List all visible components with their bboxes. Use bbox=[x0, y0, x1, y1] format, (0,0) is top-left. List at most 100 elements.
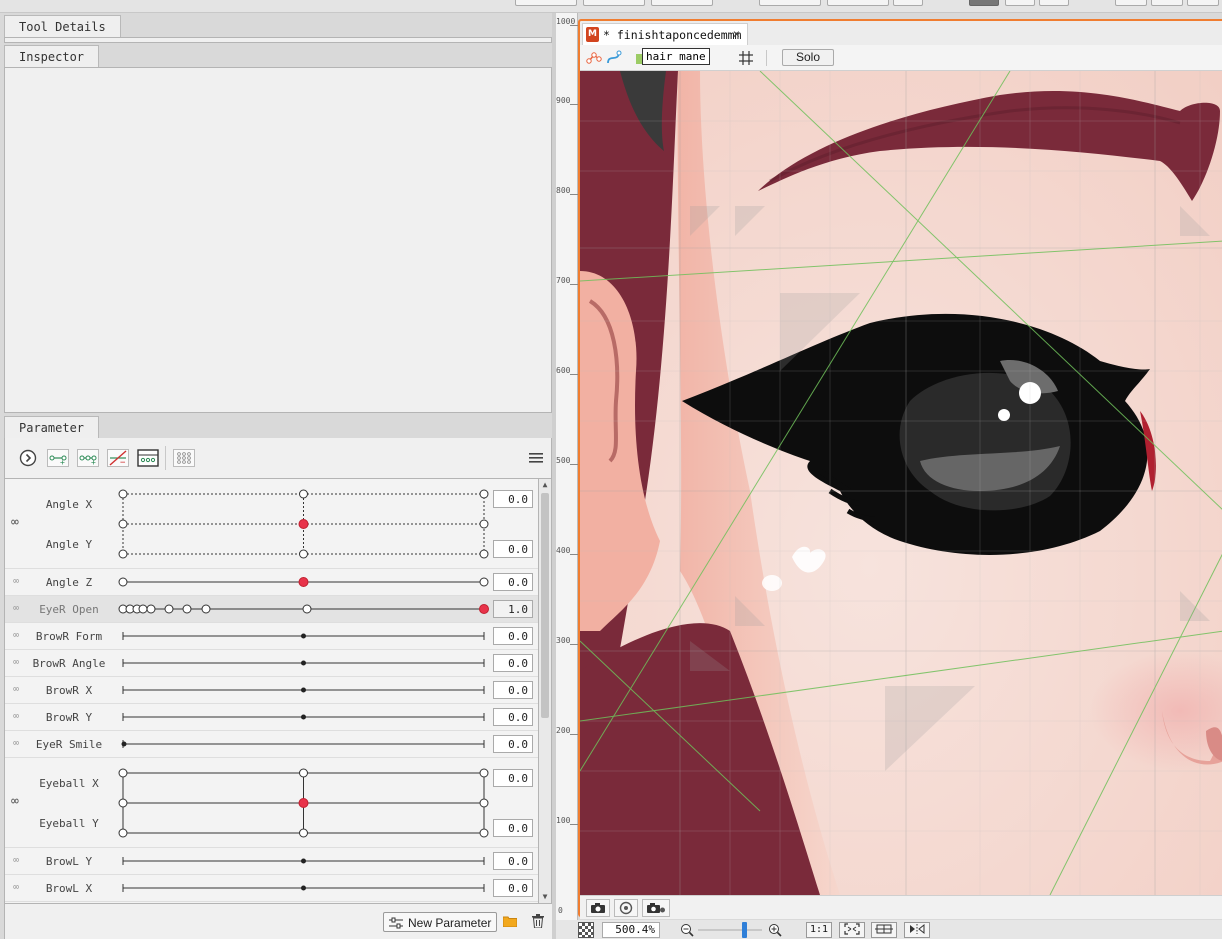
ruler-tick-label: 100 bbox=[556, 816, 571, 825]
fit-width-icon[interactable] bbox=[871, 922, 897, 938]
parameter-row-browr-x[interactable]: ∞ BrowR X 0.0 bbox=[5, 677, 538, 704]
parameter-row-eyeball-xy[interactable]: ∞ Eyeball X Eyeball Y 0.0 0.0 bbox=[5, 758, 538, 848]
top-toolbar-button[interactable] bbox=[1005, 0, 1035, 6]
parameter-footer: New Parameter bbox=[4, 904, 552, 939]
hamburger-menu-icon[interactable] bbox=[525, 448, 547, 468]
zoom-slider-thumb[interactable] bbox=[742, 922, 747, 938]
rotation-curve-icon[interactable] bbox=[606, 50, 622, 69]
parameter-row-browl-x[interactable]: ∞ BrowL X 0.0 bbox=[5, 875, 538, 902]
model-canvas[interactable] bbox=[580, 71, 1222, 895]
top-toolbar-button-active[interactable] bbox=[969, 0, 999, 6]
sliders-icon bbox=[389, 917, 403, 929]
parameter-value-input[interactable]: 0.0 bbox=[493, 540, 533, 558]
parameter-slider[interactable] bbox=[117, 853, 489, 869]
top-toolbar-button[interactable] bbox=[893, 0, 923, 6]
eyeball-xy-grid[interactable] bbox=[117, 766, 489, 838]
tab-inspector[interactable]: Inspector bbox=[4, 45, 100, 67]
folder-icon[interactable] bbox=[502, 915, 518, 930]
parameter-name: BrowL X bbox=[45, 882, 93, 895]
ruler-tick-label: 0 bbox=[558, 906, 563, 915]
link-icon[interactable]: ∞ bbox=[11, 515, 19, 530]
parameter-slider[interactable] bbox=[117, 880, 489, 896]
top-toolbar-button[interactable] bbox=[827, 0, 889, 6]
parameter-value-input[interactable]: 0.0 bbox=[493, 490, 533, 508]
camera-icon[interactable] bbox=[586, 899, 610, 917]
parameter-slider[interactable] bbox=[117, 682, 489, 698]
parameter-row-eyer-smile[interactable]: ∞ EyeR Smile 0.0 bbox=[5, 731, 538, 758]
new-parameter-button[interactable]: New Parameter bbox=[383, 912, 498, 932]
parameter-value-input[interactable]: 0.0 bbox=[493, 735, 533, 753]
parameter-value-input[interactable]: 0.0 bbox=[493, 627, 533, 645]
deformer-nodes-icon[interactable] bbox=[586, 50, 602, 69]
fit-view-icon[interactable] bbox=[839, 922, 865, 938]
close-icon[interactable]: × bbox=[733, 27, 740, 41]
key-grid-icon[interactable] bbox=[137, 448, 159, 468]
grid-icon[interactable] bbox=[738, 50, 754, 69]
parameter-slider[interactable] bbox=[117, 628, 489, 644]
link-icon[interactable]: ∞ bbox=[11, 794, 19, 809]
parameter-slider[interactable] bbox=[117, 709, 489, 725]
parameter-row-angle-xy[interactable]: ∞ Angle X Angle Y 0.0 0.0 bbox=[5, 479, 538, 569]
ruler-tick bbox=[570, 464, 578, 465]
zoom-slider-track[interactable] bbox=[698, 929, 762, 931]
play-circle-icon[interactable] bbox=[17, 448, 39, 468]
parameter-slider[interactable] bbox=[117, 736, 489, 752]
add-key-icon[interactable]: + bbox=[47, 448, 69, 468]
parameter-value-input[interactable]: 0.0 bbox=[493, 708, 533, 726]
add-three-keys-icon[interactable]: + bbox=[77, 448, 99, 468]
parameter-row-eyer-open[interactable]: ∞ EyeR Open 1.0 bbox=[5, 596, 538, 623]
scrollbar-thumb[interactable] bbox=[541, 493, 549, 718]
tab-parameter[interactable]: Parameter bbox=[4, 416, 100, 438]
flip-view-icon[interactable] bbox=[904, 922, 930, 938]
parameter-value-input[interactable]: 0.0 bbox=[493, 654, 533, 672]
top-toolbar-button[interactable] bbox=[1115, 0, 1147, 6]
document-tab[interactable]: M * finishtaponcedemmm × bbox=[582, 23, 748, 45]
parameter-name: BrowR Y bbox=[45, 711, 93, 724]
parameter-scrollbar[interactable]: ▲ ▼ bbox=[539, 478, 552, 904]
top-toolbar-button[interactable] bbox=[651, 0, 713, 6]
ruler-tick-label: 900 bbox=[556, 96, 571, 105]
actual-size-button[interactable]: 1:1 bbox=[806, 922, 832, 938]
parameter-value-input[interactable]: 0.0 bbox=[493, 769, 533, 787]
top-toolbar-button[interactable] bbox=[759, 0, 821, 6]
zoom-level-input[interactable]: 500.4% bbox=[602, 922, 660, 938]
zoom-out-icon[interactable] bbox=[680, 923, 694, 939]
parameter-name: Eyeball X bbox=[39, 777, 99, 790]
scroll-down-icon[interactable]: ▼ bbox=[540, 892, 550, 902]
top-toolbar-button[interactable] bbox=[1151, 0, 1183, 6]
parameter-value-input[interactable]: 0.0 bbox=[493, 879, 533, 897]
dot-matrix-icon[interactable] bbox=[173, 448, 195, 468]
parameter-row-browr-angle[interactable]: ∞ BrowR Angle 0.0 bbox=[5, 650, 538, 677]
camera-settings-icon[interactable] bbox=[642, 899, 670, 917]
parameter-row-angle-z[interactable]: ∞ Angle Z 0.0 bbox=[5, 569, 538, 596]
parameter-row-browl-y[interactable]: ∞ BrowL Y 0.0 bbox=[5, 848, 538, 875]
parameter-name: EyeR Smile bbox=[35, 738, 103, 751]
top-toolbar-button[interactable] bbox=[1039, 0, 1069, 6]
parameter-list: ∞ Angle X Angle Y 0.0 0.0 ∞ Angle Z 0.0 … bbox=[4, 478, 539, 904]
parameter-value-input[interactable]: 1.0 bbox=[493, 600, 533, 618]
parameter-slider[interactable] bbox=[117, 655, 489, 671]
camera-reset-icon[interactable] bbox=[614, 899, 638, 917]
parameter-value-input[interactable]: 0.0 bbox=[493, 573, 533, 591]
solo-button[interactable]: Solo bbox=[782, 49, 834, 66]
checkerboard-background-icon[interactable] bbox=[578, 922, 594, 938]
parameter-row-browr-form[interactable]: ∞ BrowR Form 0.0 bbox=[5, 623, 538, 650]
ruler-tick bbox=[570, 25, 578, 26]
parameter-row-browr-y[interactable]: ∞ BrowR Y 0.0 bbox=[5, 704, 538, 731]
parameter-value-input[interactable]: 0.0 bbox=[493, 819, 533, 837]
top-toolbar-button[interactable] bbox=[515, 0, 577, 6]
top-toolbar-button[interactable] bbox=[583, 0, 645, 6]
scroll-up-icon[interactable]: ▲ bbox=[540, 480, 550, 490]
delete-key-icon[interactable]: − bbox=[107, 448, 129, 468]
parameter-value-input[interactable]: 0.0 bbox=[493, 852, 533, 870]
parameter-slider[interactable] bbox=[117, 574, 489, 590]
ruler-tick bbox=[570, 824, 578, 825]
top-toolbar-button[interactable] bbox=[1187, 0, 1219, 6]
tab-tool-details[interactable]: Tool Details bbox=[4, 15, 121, 37]
angle-xy-grid[interactable] bbox=[117, 487, 489, 559]
parameter-slider[interactable] bbox=[117, 601, 489, 617]
trash-icon[interactable] bbox=[532, 914, 544, 931]
zoom-in-icon[interactable] bbox=[768, 923, 782, 939]
svg-text:+: + bbox=[91, 458, 96, 467]
parameter-value-input[interactable]: 0.0 bbox=[493, 681, 533, 699]
